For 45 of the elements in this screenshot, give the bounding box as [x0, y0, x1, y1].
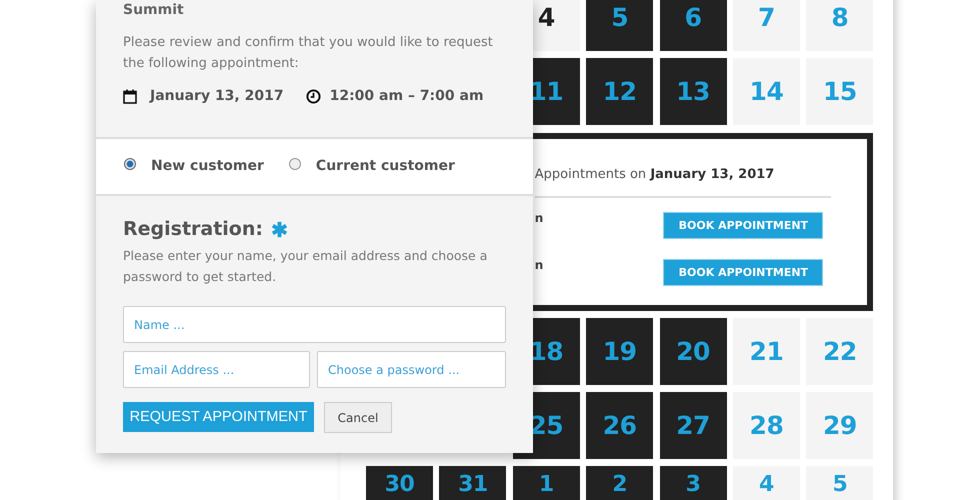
input-field[interactable]: Email Address ... [123, 351, 310, 388]
service-title: Summit [123, 2, 185, 18]
calendar-day[interactable]: 15 [806, 58, 874, 125]
detail-heading: Appointments on January 13, 2017 [534, 167, 776, 182]
appointment-date: January 13, 2017 [150, 88, 284, 104]
registration-note: Please enter your name, your email address and choose a password to get started. [123, 247, 488, 286]
radio-button[interactable] [124, 158, 136, 170]
calendar-day[interactable]: 14 [732, 58, 800, 125]
calendar-day[interactable]: 12 [586, 58, 654, 125]
book-appointment-button[interactable]: BOOK APPOINTMENT [663, 212, 824, 239]
calendar-day[interactable]: 21 [732, 318, 800, 385]
calendar-day[interactable]: 31 [439, 466, 506, 500]
calendar-day[interactable]: 1 [512, 466, 580, 500]
calendar-day[interactable]: 19 [586, 318, 654, 385]
calendar-day[interactable]: 5 [806, 466, 874, 500]
calendar-day[interactable]: 27 [660, 392, 727, 459]
calendar-day[interactable]: 30 [366, 466, 433, 500]
slot-time: n [534, 211, 544, 225]
slot-time: n [534, 258, 544, 272]
input-field[interactable]: Choose a password ... [317, 351, 506, 388]
calendar-day[interactable]: 5 [586, 0, 654, 51]
calendar-day[interactable]: 2 [586, 466, 654, 500]
calendar-icon [123, 88, 137, 104]
registration-heading: Registration: [123, 218, 263, 240]
calendar-day[interactable]: 8 [806, 0, 874, 51]
calendar-day[interactable]: 7 [732, 0, 800, 51]
appointment-time: 12:00 am – 7:00 am [330, 88, 484, 104]
book-appointment-button[interactable]: BOOK APPOINTMENT [663, 259, 824, 286]
calendar-day[interactable]: 22 [806, 318, 874, 385]
calendar-day[interactable]: 13 [660, 58, 727, 125]
calendar-day[interactable]: 29 [806, 392, 874, 459]
radio-label[interactable]: Current customer [316, 158, 455, 174]
intro-text: Please review and confirm that you would like to request the following appointment: [123, 34, 494, 73]
clock-icon [306, 88, 321, 104]
calendar-day[interactable]: 3 [660, 466, 727, 500]
calendar-day[interactable]: 28 [732, 392, 800, 459]
radio-button[interactable] [288, 158, 301, 170]
request-appointment-button[interactable]: REQUEST APPOINTMENT [123, 402, 314, 432]
calendar-day[interactable]: 4 [732, 466, 800, 500]
radio-label[interactable]: New customer [151, 158, 264, 174]
cancel-button[interactable]: Cancel [324, 402, 392, 433]
calendar-day[interactable]: 26 [586, 392, 654, 459]
calendar-day[interactable]: 6 [660, 0, 727, 51]
input-field[interactable]: Name ... [123, 306, 506, 343]
calendar-day[interactable]: 20 [660, 318, 727, 385]
